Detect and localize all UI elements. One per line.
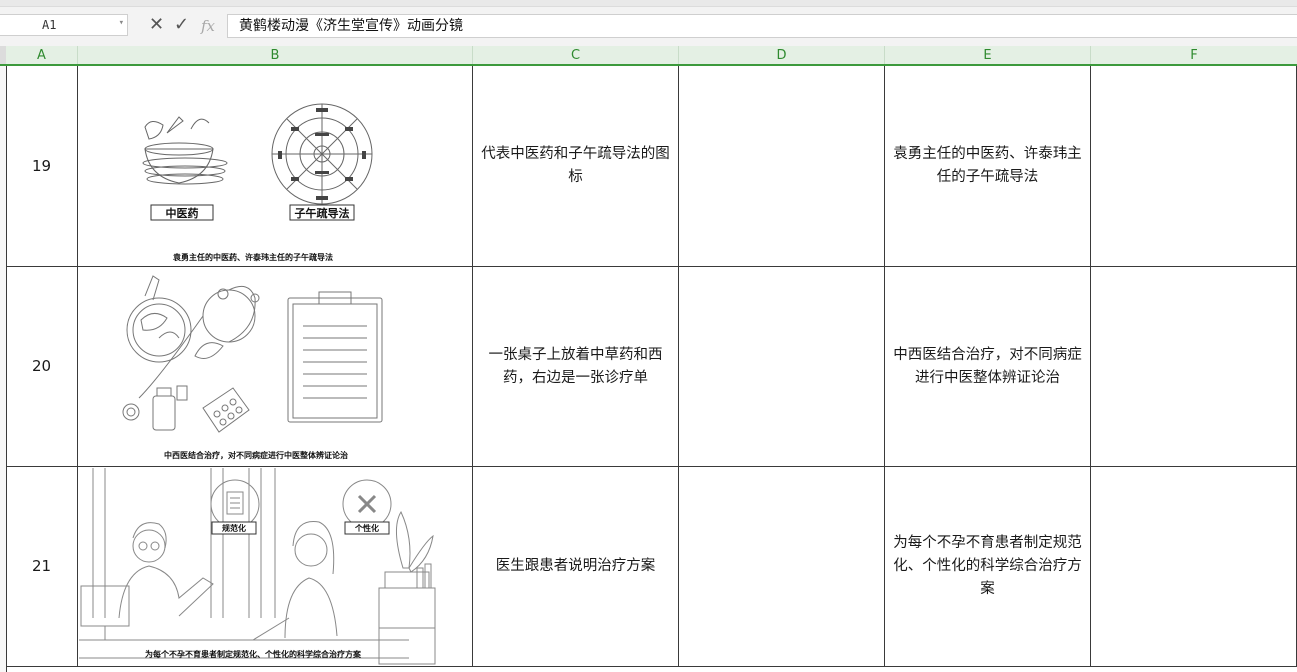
cell-e20[interactable]: 中西医结合治疗，对不同病症进行中医整体辨证论治 bbox=[885, 267, 1091, 467]
formula-input[interactable]: 黄鹤楼动漫《济生堂宣传》动画分镜 bbox=[227, 14, 1297, 38]
cell-a21[interactable]: 21 bbox=[6, 467, 78, 667]
name-box-value: A1 bbox=[42, 18, 57, 32]
cell-grid: 19 代表中医药和子午疏导法的图标 袁勇主任的中医药、许泰玮主任的子午疏导法 2… bbox=[0, 66, 1297, 672]
spreadsheet: A B C D E F 19 代表中医药和子午疏导法的图标 袁勇主任的中医药、许… bbox=[0, 46, 1297, 672]
storyboard-image-20: 中西医结合治疗，对不同病症进行中医整体辨证论治 bbox=[79, 268, 472, 466]
cell-f20[interactable] bbox=[1091, 267, 1297, 467]
column-header-f[interactable]: F bbox=[1091, 46, 1297, 64]
image-label-personalized: 个性化 bbox=[354, 523, 379, 533]
cell-e19[interactable]: 袁勇主任的中医药、许泰玮主任的子午疏导法 bbox=[885, 66, 1091, 267]
cell-c20[interactable]: 一张桌子上放着中草药和西药，右边是一张诊疗单 bbox=[473, 267, 679, 467]
column-header-d[interactable]: D bbox=[679, 46, 885, 64]
column-header-b[interactable]: B bbox=[78, 46, 473, 64]
image-caption-20: 中西医结合治疗，对不同病症进行中医整体辨证论治 bbox=[164, 450, 348, 460]
cell-e21[interactable]: 为每个不孕不育患者制定规范化、个性化的科学综合治疗方案 bbox=[885, 467, 1091, 667]
chevron-down-icon[interactable]: ▾ bbox=[119, 18, 124, 28]
cell-d21[interactable] bbox=[679, 467, 885, 667]
storyboard-image-19: 中医药 子午疏导法 袁勇主任的中医药、许泰玮主任的子午疏导法 bbox=[79, 67, 472, 266]
column-header-e[interactable]: E bbox=[885, 46, 1091, 64]
image-label-tcm: 中医药 bbox=[166, 206, 199, 220]
column-header-c[interactable]: C bbox=[473, 46, 679, 64]
cell-c19[interactable]: 代表中医药和子午疏导法的图标 bbox=[473, 66, 679, 267]
cell-a19[interactable]: 19 bbox=[6, 66, 78, 267]
fx-icon[interactable]: fx bbox=[201, 16, 215, 36]
image-caption-21: 为每个不孕不育患者制定规范化、个性化的科学综合治疗方案 bbox=[145, 649, 362, 659]
image-label-standardized: 规范化 bbox=[222, 523, 246, 533]
cell-c21[interactable]: 医生跟患者说明治疗方案 bbox=[473, 467, 679, 667]
check-icon[interactable]: ✓ bbox=[174, 15, 189, 35]
cell-a20[interactable]: 20 bbox=[6, 267, 78, 467]
cell-f19[interactable] bbox=[1091, 66, 1297, 267]
storyboard-image-21: 规范化 个性化 为每个不孕不育患者制定规范化、个性化的科学综合治疗方案 bbox=[79, 468, 472, 666]
formula-bar: A1 ▾ ✕ ✓ fx 黄鹤楼动漫《济生堂宣传》动画分镜 bbox=[0, 0, 1297, 47]
toolbar-edge bbox=[0, 0, 1297, 7]
image-label-meridian: 子午疏导法 bbox=[295, 206, 350, 220]
column-header-bar: A B C D E F bbox=[0, 46, 1297, 66]
cell-d20[interactable] bbox=[679, 267, 885, 467]
name-box[interactable]: A1 ▾ bbox=[0, 14, 128, 36]
close-icon[interactable]: ✕ bbox=[149, 15, 164, 35]
cell-f21[interactable] bbox=[1091, 467, 1297, 667]
column-header-a[interactable]: A bbox=[6, 46, 78, 64]
image-caption-19: 袁勇主任的中医药、许泰玮主任的子午疏导法 bbox=[172, 252, 333, 262]
cell-d19[interactable] bbox=[679, 66, 885, 267]
